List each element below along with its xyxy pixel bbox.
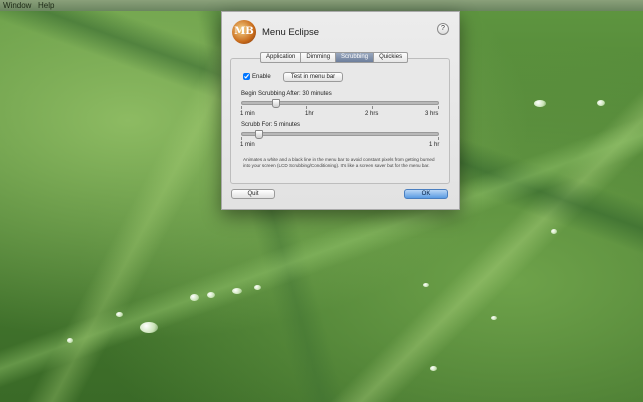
menu-help[interactable]: Help bbox=[38, 0, 54, 11]
scrub-for-slider[interactable] bbox=[241, 130, 439, 139]
tab-dimming[interactable]: Dimming bbox=[301, 52, 337, 63]
tab-scrubbing[interactable]: Scrubbing bbox=[336, 52, 375, 63]
scrub-for-caption: Scrubb For: bbox=[241, 122, 273, 128]
water-drop bbox=[67, 338, 73, 343]
quit-button[interactable]: Quit bbox=[231, 189, 275, 199]
water-drop bbox=[551, 229, 557, 234]
water-drop bbox=[597, 100, 605, 106]
begin-tick-label-2hrs: 2 hrs bbox=[365, 111, 379, 117]
preferences-dialog: MB Menu Eclipse ? Enable Test in menu ba… bbox=[221, 11, 460, 210]
tab-bar: Application Dimming Scrubbing Quickies bbox=[260, 52, 409, 63]
begin-tick-label-1hr: 1hr bbox=[305, 111, 314, 117]
tab-quickies[interactable]: Quickies bbox=[374, 52, 409, 63]
begin-scrubbing-slider[interactable] bbox=[241, 99, 439, 108]
scrub-tick-label-1min: 1 min bbox=[240, 142, 255, 148]
scrub-for-label: Scrubb For: 5 minutes bbox=[241, 122, 300, 128]
help-button[interactable]: ? bbox=[437, 23, 449, 35]
scrub-tick-label-1hr: 1 hr bbox=[429, 142, 440, 148]
scrubbing-description: Animates a white and a black line in the… bbox=[243, 157, 435, 168]
enable-label: Enable bbox=[252, 73, 271, 80]
water-drop bbox=[254, 285, 261, 290]
ok-button[interactable]: OK bbox=[404, 189, 448, 199]
menu-window[interactable]: Window bbox=[3, 0, 31, 11]
water-drop bbox=[140, 322, 158, 333]
water-drop bbox=[534, 100, 546, 107]
begin-tick-label-3hrs: 3 hrs bbox=[425, 111, 439, 117]
water-drop bbox=[190, 294, 199, 301]
scrub-for-ticks bbox=[241, 137, 439, 140]
water-drop bbox=[423, 283, 429, 287]
begin-scrubbing-caption: Begin Scrubbing After: bbox=[241, 91, 301, 97]
water-drop bbox=[430, 366, 437, 371]
menu-bar: Window Help bbox=[0, 0, 643, 11]
dialog-title: Menu Eclipse bbox=[262, 27, 320, 38]
scrubbing-panel: Enable Test in menu bar Begin Scrubbing … bbox=[230, 58, 450, 184]
water-drop bbox=[116, 312, 123, 317]
water-drop bbox=[207, 292, 215, 298]
water-drop bbox=[232, 288, 242, 294]
test-in-menu-bar-button[interactable]: Test in menu bar bbox=[283, 72, 343, 82]
app-logo-icon: MB bbox=[232, 20, 256, 44]
begin-tick-label-1min: 1 min bbox=[240, 111, 255, 117]
tab-application[interactable]: Application bbox=[260, 52, 302, 63]
begin-scrubbing-value: 30 minutes bbox=[302, 91, 332, 97]
enable-checkbox-row[interactable]: Enable bbox=[243, 73, 271, 80]
begin-scrubbing-ticks bbox=[241, 106, 439, 109]
begin-scrubbing-label: Begin Scrubbing After: 30 minutes bbox=[241, 91, 332, 97]
water-drop bbox=[491, 316, 497, 320]
scrub-for-value: 5 minutes bbox=[274, 122, 301, 128]
enable-checkbox[interactable] bbox=[243, 73, 250, 80]
